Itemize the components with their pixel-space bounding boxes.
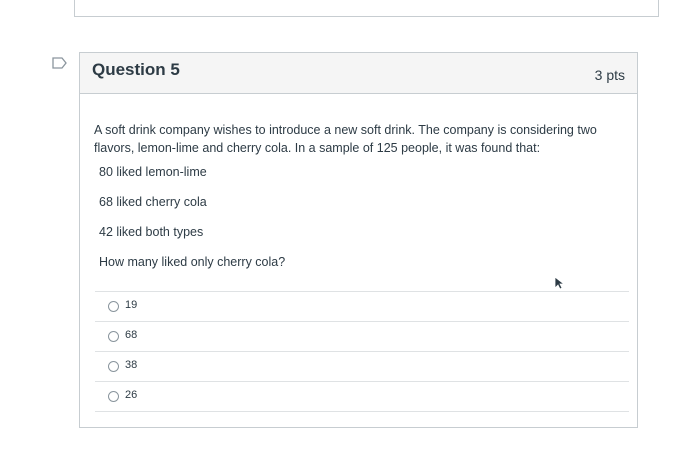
answer-label: 19 [125,299,138,311]
answer-option[interactable]: 19 [95,291,629,321]
fact-both: 42 liked both types [99,225,204,239]
question-title: Question 5 [92,60,180,79]
answer-list-divider [95,411,629,412]
question-prompt: How many liked only cherry cola? [99,255,286,269]
previous-question-card [74,0,659,17]
radio-icon[interactable] [108,301,119,312]
quiz-page: Question 5 3 pts A soft drink company wi… [0,0,700,449]
answer-label: 26 [125,389,138,401]
answer-label: 38 [125,359,138,371]
radio-icon[interactable] [108,331,119,342]
fact-cherry-cola: 68 liked cherry cola [99,195,207,209]
answer-option[interactable]: 26 [95,381,629,411]
answer-list: 19 68 38 26 [95,291,629,412]
question-card: Question 5 3 pts A soft drink company wi… [79,52,638,428]
radio-icon[interactable] [108,391,119,402]
question-points: 3 pts [594,67,625,83]
mouse-cursor-icon [554,276,566,290]
answer-label: 68 [125,329,138,341]
flag-icon[interactable] [52,57,68,69]
answer-option[interactable]: 38 [95,351,629,381]
radio-icon[interactable] [108,361,119,372]
question-header: Question 5 3 pts [80,53,637,94]
answer-option[interactable]: 68 [95,321,629,351]
question-text: A soft drink company wishes to introduce… [94,123,597,155]
fact-lemon-lime: 80 liked lemon-lime [99,165,207,179]
